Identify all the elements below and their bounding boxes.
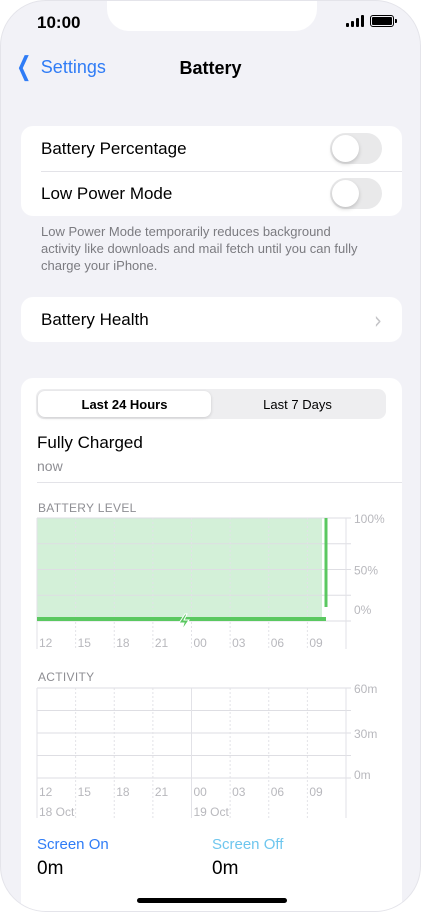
battery-x-tick: 12 [39, 636, 53, 650]
activity-x-tick: 18 [116, 785, 130, 799]
battery-x-tick: 06 [271, 636, 285, 650]
settings-group: Battery Percentage Low Power Mode [21, 126, 402, 216]
activity-x-tick: 06 [271, 785, 285, 799]
activity-y-tick: 30m [354, 727, 377, 741]
battery-x-tick: 00 [194, 636, 208, 650]
navigation-bar: ❮ Settings Battery [1, 54, 420, 83]
home-indicator[interactable] [137, 898, 287, 903]
battery-health-row[interactable]: Battery Health › [21, 297, 402, 342]
battery-x-tick: 15 [78, 636, 92, 650]
battery-x-tick: 21 [155, 636, 169, 650]
notch [107, 1, 317, 31]
battery-percentage-toggle[interactable] [330, 133, 382, 164]
battery-usage-card: Last 24 Hours Last 7 Days Fully Charged … [21, 378, 402, 911]
battery-health-label: Battery Health [41, 309, 149, 329]
low-power-mode-toggle[interactable] [330, 178, 382, 209]
low-power-footnote: Low Power Mode temporarily reduces backg… [41, 224, 358, 273]
screen-on-label: Screen On [37, 836, 109, 853]
activity-date-label: 18 Oct [39, 805, 75, 819]
status-time: 10:00 [37, 13, 81, 32]
battery-percentage-row: Battery Percentage [21, 126, 402, 171]
charts-svg: 100% 50% 0% 12 15 18 21 00 03 06 09 60m 30m 0m 12 15 18 2… [36, 512, 385, 819]
battery-y-tick: 0% [354, 603, 372, 617]
battery-x-tick: 03 [232, 636, 246, 650]
chevron-right-icon: › [374, 305, 382, 334]
battery-health-group: Battery Health › [21, 297, 402, 342]
page-title: Battery [179, 58, 242, 78]
screen-on-value: 0m [37, 858, 64, 879]
activity-y-tick: 60m [354, 682, 377, 696]
low-power-mode-row: Low Power Mode [21, 171, 402, 216]
battery-x-tick: 18 [116, 636, 130, 650]
activity-x-tick: 21 [155, 785, 169, 799]
low-power-mode-label: Low Power Mode [41, 183, 173, 203]
activity-x-tick: 15 [78, 785, 92, 799]
battery-y-tick: 100% [354, 512, 385, 526]
battery-percentage-label: Battery Percentage [41, 138, 187, 158]
activity-x-tick: 00 [194, 785, 208, 799]
activity-x-tick: 12 [39, 785, 53, 799]
screen-off-value: 0m [212, 858, 239, 879]
activity-x-tick: 03 [232, 785, 246, 799]
activity-x-tick: 09 [309, 785, 323, 799]
activity-y-tick: 0m [354, 768, 371, 782]
activity-date-label: 19 Oct [194, 805, 230, 819]
battery-y-tick: 50% [354, 564, 378, 578]
screen-off-label: Screen Off [212, 836, 284, 853]
signal-icon [346, 15, 364, 27]
status-icons [346, 15, 397, 27]
battery-icon [370, 15, 397, 27]
phone-screen: 10:00 ❮ Settings Battery Battery Percent… [0, 0, 421, 912]
battery-x-tick: 09 [309, 636, 323, 650]
